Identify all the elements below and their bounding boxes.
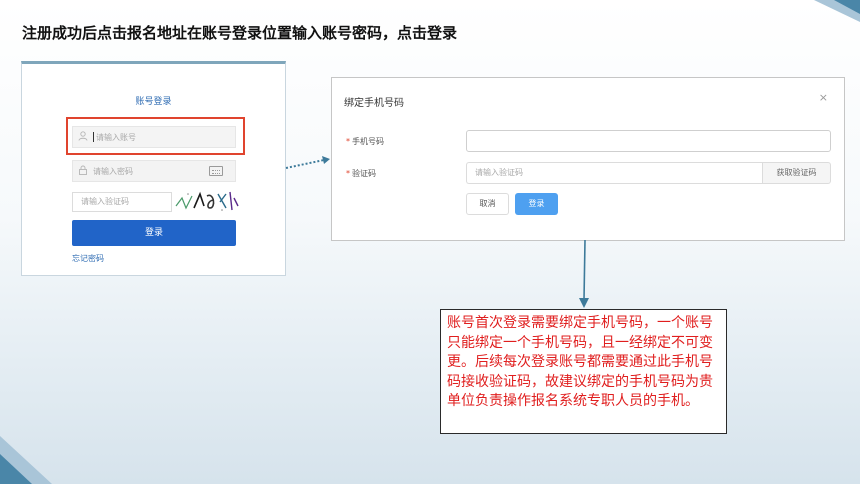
code-label-text: 验证码 xyxy=(352,169,376,178)
dialog-title: 绑定手机号码 xyxy=(344,98,404,109)
corner-decoration-bottom-left xyxy=(0,436,52,484)
arrow-down xyxy=(579,240,589,308)
keyboard-icon[interactable] xyxy=(209,166,223,176)
corner-decoration-top-right xyxy=(814,0,860,22)
phone-label-text: 手机号码 xyxy=(352,137,384,146)
login-panel: 账号登录 请输入账号 请输入密码 请输入验证码 登录 忘记密码 xyxy=(21,61,286,276)
login-code-input[interactable]: 请输入验证码 xyxy=(72,192,172,212)
login-button[interactable]: 登录 xyxy=(72,220,236,246)
captcha-image[interactable] xyxy=(174,188,240,214)
cancel-button[interactable]: 取消 xyxy=(466,193,509,215)
password-placeholder: 请输入密码 xyxy=(93,166,133,176)
slide-title: 注册成功后点击报名地址在账号登录位置输入账号密码，点击登录 xyxy=(22,24,458,42)
required-mark: * xyxy=(346,169,350,178)
dotted-arrow-right xyxy=(285,156,330,169)
verification-code-input[interactable]: 请输入验证码 xyxy=(466,162,762,184)
phone-label: * 手机号码 xyxy=(346,136,384,147)
password-input[interactable]: 请输入密码 xyxy=(72,160,236,182)
required-mark: * xyxy=(346,137,350,146)
lock-icon xyxy=(73,165,93,178)
note-box: 账号首次登录需要绑定手机号码，一个账号只能绑定一个手机号码，且一经绑定不可变更。… xyxy=(440,309,727,434)
highlight-frame xyxy=(66,117,245,155)
code-label: * 验证码 xyxy=(346,168,376,179)
close-icon[interactable]: × xyxy=(819,91,828,104)
forgot-password-link[interactable]: 忘记密码 xyxy=(72,253,104,264)
phone-input[interactable] xyxy=(466,130,831,152)
login-title: 账号登录 xyxy=(135,97,172,107)
get-code-button[interactable]: 获取验证码 xyxy=(762,162,831,184)
confirm-button[interactable]: 登录 xyxy=(515,193,558,215)
bind-phone-dialog: 绑定手机号码 × * 手机号码 * 验证码 请输入验证码 获取验证码 取消 登录 xyxy=(331,77,845,241)
